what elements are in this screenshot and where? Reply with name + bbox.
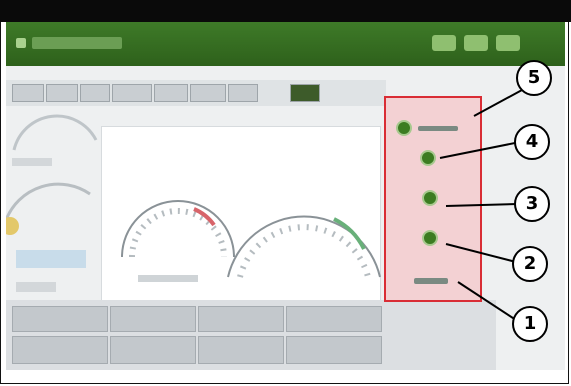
circle-icon[interactable] xyxy=(422,230,438,246)
left-gauge-graphics xyxy=(1,114,98,292)
callout-2: 2 xyxy=(512,246,548,282)
grid-cell xyxy=(12,336,108,364)
highlighted-control-panel xyxy=(384,96,482,302)
callout-5: 5 xyxy=(516,60,552,96)
title-bar-button[interactable] xyxy=(432,35,456,51)
circle-icon[interactable] xyxy=(420,150,436,166)
tab-active[interactable] xyxy=(290,84,320,102)
tab[interactable] xyxy=(46,84,78,102)
circle-icon[interactable] xyxy=(422,190,438,206)
tab[interactable] xyxy=(228,84,258,102)
app-title-blur xyxy=(32,37,122,49)
grid-cell xyxy=(286,336,382,364)
title-bar xyxy=(6,22,565,66)
top-black-bar xyxy=(0,0,571,22)
data-grid xyxy=(6,300,496,370)
title-bar-button[interactable] xyxy=(464,35,488,51)
left-gauges xyxy=(1,110,98,300)
display-screen xyxy=(1,66,565,370)
app-icon xyxy=(16,38,26,48)
grid-cell xyxy=(110,336,196,364)
grid-cell xyxy=(12,306,108,332)
title-bar-button[interactable] xyxy=(496,35,520,51)
grid-cell xyxy=(198,306,284,332)
grid-cell xyxy=(198,336,284,364)
panel-bar xyxy=(414,278,448,284)
callout-3: 3 xyxy=(514,186,550,222)
callout-1: 1 xyxy=(512,306,548,342)
grid-cell xyxy=(286,306,382,332)
tab[interactable] xyxy=(154,84,188,102)
circle-icon[interactable] xyxy=(396,120,412,136)
tab[interactable] xyxy=(12,84,44,102)
tab[interactable] xyxy=(80,84,110,102)
tab[interactable] xyxy=(190,84,226,102)
tab[interactable] xyxy=(112,84,152,102)
panel-bar xyxy=(418,126,458,131)
grid-cell xyxy=(110,306,196,332)
callout-4: 4 xyxy=(514,124,550,160)
tab-strip xyxy=(6,80,386,106)
